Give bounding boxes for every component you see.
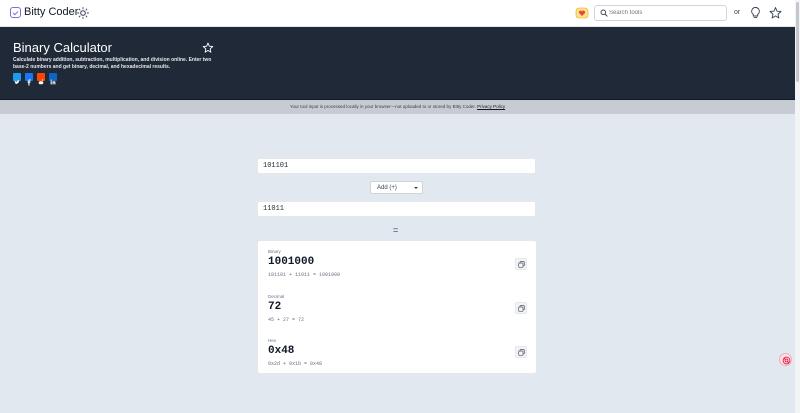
- caret-down-icon: [414, 187, 418, 189]
- second-binary-input[interactable]: [257, 201, 536, 217]
- privacy-notice: Your tool input is processed locally in …: [0, 100, 795, 114]
- star-icon: [769, 7, 782, 19]
- result-value: 72: [268, 301, 282, 313]
- favorites-button[interactable]: [768, 5, 783, 21]
- lightbulb-icon: [751, 7, 760, 19]
- suggest-tool-button[interactable]: [748, 5, 763, 21]
- star-outline-icon: [202, 42, 214, 53]
- result-label: Hex: [268, 338, 277, 343]
- copy-hex-button[interactable]: [515, 346, 527, 358]
- copy-decimal-button[interactable]: [515, 302, 527, 314]
- result-value: 1001000: [268, 256, 315, 268]
- heart-badge-icon: [575, 7, 589, 19]
- page-scrollbar[interactable]: [795, 0, 800, 413]
- search-box[interactable]: [594, 5, 727, 21]
- lifebuoy-icon: [782, 356, 791, 365]
- tool-description: Calculate binary addition, subtraction, …: [13, 57, 212, 70]
- page-title: Binary Calculator: [13, 40, 112, 55]
- privacy-policy-link[interactable]: Privacy Policy: [477, 104, 505, 109]
- result-expression: 0x2d + 0x1b = 0x48: [268, 361, 323, 367]
- result-label: Decimal: [268, 294, 285, 299]
- tool-header: Binary Calculator Calculate binary addit…: [0, 27, 795, 100]
- result-value: 0x48: [268, 345, 295, 357]
- brand-name[interactable]: Bitty Coder: [24, 6, 78, 18]
- search-input[interactable]: [609, 6, 725, 20]
- favorite-tool-button[interactable]: [202, 41, 214, 53]
- results-card: Binary 1001000 101101 + 11011 = 1001000 …: [257, 240, 537, 374]
- copy-icon: [518, 349, 525, 356]
- copy-icon: [518, 305, 525, 312]
- scrollbar-thumb[interactable]: [796, 2, 799, 82]
- sun-icon: [77, 7, 89, 19]
- privacy-text: Your tool input is processed locally in …: [289, 104, 476, 109]
- result-expression: 101101 + 11011 = 1001000: [268, 272, 341, 278]
- result-expression: 45 + 27 = 72: [268, 317, 305, 323]
- linkedin-icon[interactable]: [49, 73, 57, 85]
- reddit-icon[interactable]: [37, 73, 45, 85]
- support-button[interactable]: [575, 6, 589, 20]
- twitter-icon[interactable]: [13, 73, 21, 84]
- theme-toggle-button[interactable]: [76, 6, 90, 20]
- top-nav: Bitty Coder or: [0, 0, 795, 27]
- or-label: or: [734, 9, 741, 16]
- copy-icon: [518, 261, 525, 268]
- search-icon: [600, 9, 608, 17]
- operation-select[interactable]: Add (+): [370, 181, 423, 194]
- equals-sign: =: [393, 225, 399, 235]
- facebook-icon[interactable]: [25, 73, 33, 86]
- copy-binary-button[interactable]: [515, 258, 527, 270]
- operation-selected-value: Add (+): [377, 184, 397, 191]
- result-label: Binary: [268, 249, 281, 254]
- first-binary-input[interactable]: [257, 158, 536, 174]
- floating-help-button[interactable]: [779, 353, 792, 366]
- logo-icon[interactable]: [10, 7, 21, 18]
